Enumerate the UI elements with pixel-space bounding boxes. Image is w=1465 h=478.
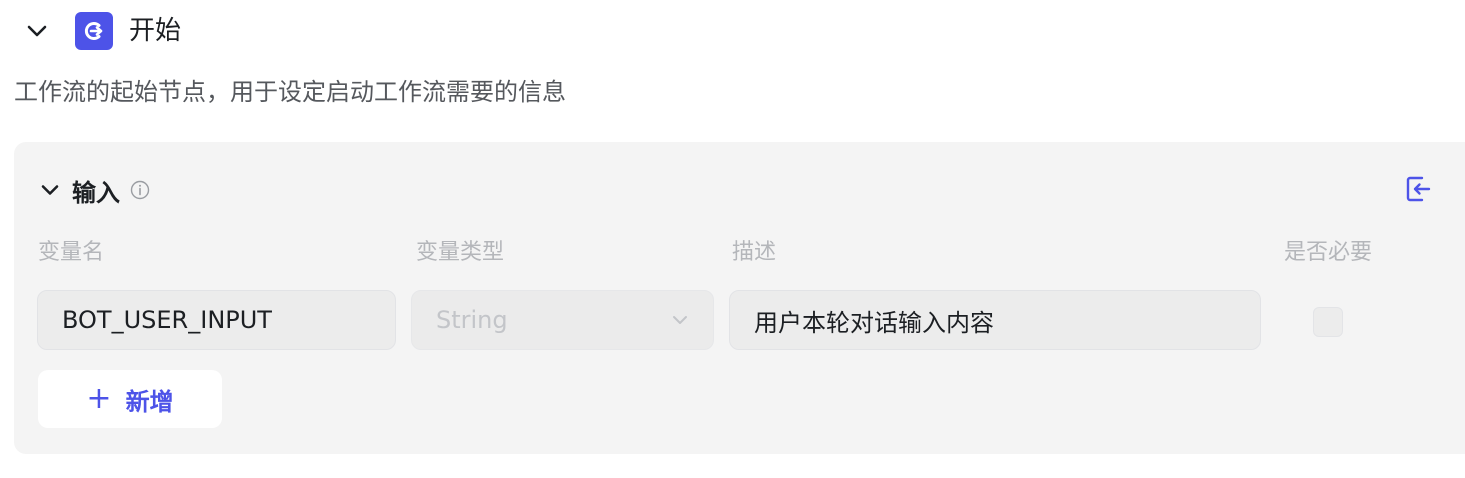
add-variable-button[interactable]: + 新增 [38, 370, 222, 428]
plus-icon: + [86, 381, 112, 416]
input-panel: 输入 变量名 变量类型 描述 是否必要 BOT_USER_INPUT Strin… [14, 142, 1465, 454]
info-icon[interactable] [130, 180, 150, 200]
node-description: 工作流的起始节点，用于设定启动工作流需要的信息 [14, 78, 566, 106]
chevron-down-icon[interactable] [38, 178, 62, 202]
start-node-icon [75, 12, 113, 50]
required-checkbox[interactable] [1313, 307, 1343, 337]
variable-description-input[interactable]: 用户本轮对话输入内容 [729, 290, 1261, 350]
column-header-required: 是否必要 [1284, 240, 1373, 265]
column-header-name: 变量名 [38, 240, 105, 265]
variable-type-value: String [436, 306, 508, 334]
input-panel-title: 输入 [72, 178, 120, 207]
node-title: 开始 [129, 16, 182, 46]
chevron-down-icon [673, 316, 687, 324]
column-header-type: 变量类型 [416, 240, 505, 265]
chevron-down-icon[interactable] [24, 18, 50, 44]
column-header-description: 描述 [732, 240, 777, 265]
variable-name-input[interactable]: BOT_USER_INPUT [37, 290, 396, 350]
variable-type-select[interactable]: String [411, 290, 714, 350]
node-header: 开始 [24, 12, 181, 50]
add-variable-label: 新增 [125, 387, 174, 416]
input-panel-header: 输入 [38, 172, 150, 208]
workflow-start-node: 开始 工作流的起始节点，用于设定启动工作流需要的信息 输入 变量名 变量类型 描… [0, 0, 1465, 478]
import-variables-icon[interactable] [1403, 174, 1433, 204]
